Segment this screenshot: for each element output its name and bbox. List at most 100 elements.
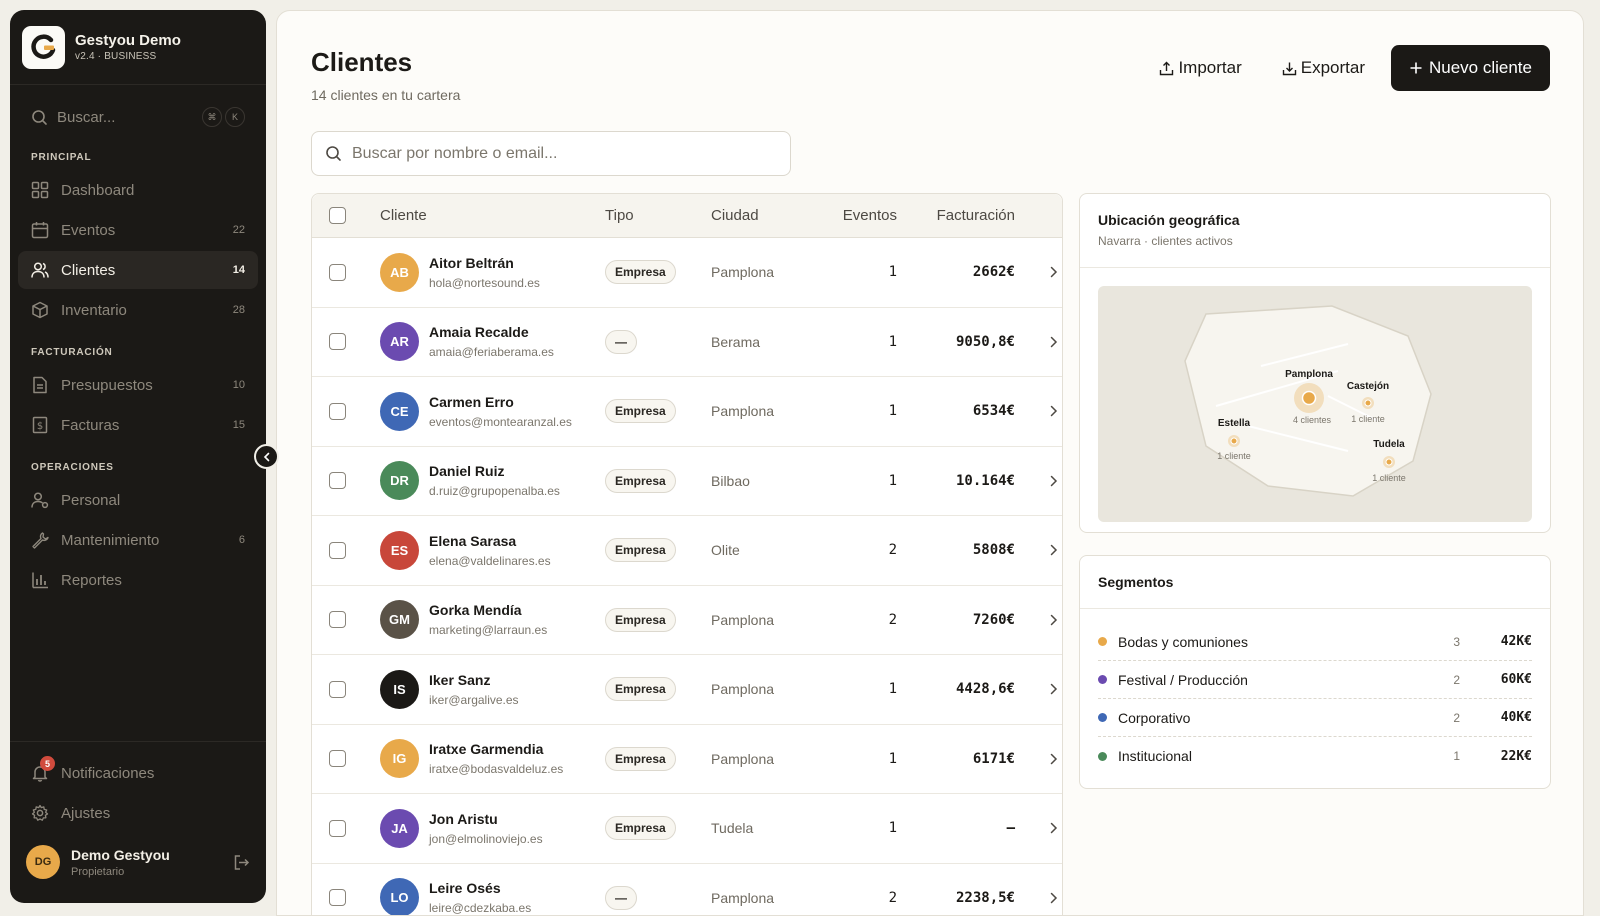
table-row[interactable]: AB Aitor Beltrán hola@nortesound.es Empr… bbox=[312, 238, 1062, 308]
sidebar-item-dashboard[interactable]: Dashboard bbox=[18, 171, 258, 209]
region-map[interactable]: Pamplona 4 clientes Castejón 1 cliente E… bbox=[1098, 286, 1532, 522]
row-checkbox[interactable] bbox=[328, 263, 346, 281]
client-billing: 9050,8€ bbox=[955, 333, 1015, 350]
chevron-right-icon[interactable] bbox=[1049, 544, 1058, 556]
table-row[interactable]: AR Amaia Recalde amaia@feriaberama.es — … bbox=[312, 308, 1062, 377]
client-name[interactable]: Iker Sanz bbox=[429, 672, 519, 688]
row-checkbox[interactable] bbox=[328, 819, 346, 837]
chevron-right-icon[interactable] bbox=[1049, 822, 1058, 834]
table-row[interactable]: IG Iratxe Garmendia iratxe@bodasvaldeluz… bbox=[312, 725, 1062, 794]
table-row[interactable]: LO Leire Osés leire@cdezkaba.es — Pamplo… bbox=[312, 864, 1062, 915]
chevron-left-icon bbox=[263, 452, 269, 461]
sidebar-item-reportes[interactable]: Reportes bbox=[18, 561, 258, 599]
segment-dot bbox=[1098, 751, 1107, 761]
sidebar-item-mantenimiento[interactable]: Mantenimiento 6 bbox=[18, 521, 258, 559]
select-all-checkbox[interactable] bbox=[328, 207, 346, 224]
client-email: d.ruiz@grupopenalba.es bbox=[429, 484, 560, 499]
chevron-right-icon[interactable] bbox=[1049, 475, 1058, 487]
table-row[interactable]: ES Elena Sarasa elena@valdelinares.es Em… bbox=[312, 516, 1062, 586]
chevron-right-icon[interactable] bbox=[1049, 614, 1058, 626]
segments-panel: Segmentos Bodas y comuniones 3 42K€ Fest… bbox=[1079, 555, 1551, 789]
sidebar-item-notificaciones[interactable]: 5 Notificaciones bbox=[18, 754, 258, 792]
row-checkbox[interactable] bbox=[328, 402, 346, 420]
row-checkbox[interactable] bbox=[328, 680, 346, 698]
segment-row[interactable]: Institucional 1 22K€ bbox=[1098, 737, 1532, 775]
wrench-icon bbox=[32, 532, 49, 549]
chevron-right-icon[interactable] bbox=[1049, 683, 1058, 695]
row-checkbox[interactable] bbox=[328, 611, 346, 629]
user-profile[interactable]: DG Demo Gestyou Propietario bbox=[10, 838, 266, 886]
sidebar-item-personal[interactable]: Personal bbox=[18, 481, 258, 519]
client-name[interactable]: Daniel Ruiz bbox=[429, 463, 560, 479]
client-name[interactable]: Elena Sarasa bbox=[429, 533, 551, 549]
client-name[interactable]: Gorka Mendía bbox=[429, 602, 547, 618]
new-client-button[interactable]: Nuevo cliente bbox=[1390, 45, 1550, 91]
row-checkbox[interactable] bbox=[328, 541, 346, 559]
import-button[interactable]: Importar bbox=[1145, 45, 1255, 91]
segment-count: 3 bbox=[1453, 634, 1460, 649]
avatar: ES bbox=[380, 530, 419, 570]
gear-icon bbox=[31, 804, 49, 821]
client-billing: 2662€ bbox=[972, 264, 1015, 281]
sidebar-item-presupuestos[interactable]: Presupuestos 10 bbox=[18, 366, 258, 404]
page-subtitle: 14 clientes en tu cartera bbox=[311, 87, 461, 103]
chevron-right-icon[interactable] bbox=[1049, 405, 1058, 417]
import-label: Importar bbox=[1178, 58, 1242, 77]
table-row[interactable]: JA Jon Aristu jon@elmolinoviejo.es Empre… bbox=[312, 794, 1062, 864]
logout-icon[interactable] bbox=[233, 854, 250, 871]
row-checkbox[interactable] bbox=[328, 333, 346, 351]
client-events: 2 bbox=[888, 889, 897, 906]
table-row[interactable]: DR Daniel Ruiz d.ruiz@grupopenalba.es Em… bbox=[312, 447, 1062, 516]
client-city: Pamplona bbox=[711, 681, 775, 698]
client-name[interactable]: Iratxe Garmendia bbox=[429, 741, 563, 757]
sidebar-item-clientes[interactable]: Clientes 14 bbox=[18, 251, 258, 289]
sidebar: Gestyou Demo v2.4 · BUSINESS Buscar... ⌘… bbox=[10, 10, 266, 903]
table-row[interactable]: GM Gorka Mendía marketing@larraun.es Emp… bbox=[312, 586, 1062, 655]
client-search-input[interactable]: Buscar por nombre o email... bbox=[311, 131, 791, 176]
client-events: 2 bbox=[888, 542, 897, 559]
client-name[interactable]: Carmen Erro bbox=[429, 394, 572, 410]
sidebar-item-count: 15 bbox=[232, 419, 245, 431]
client-billing: 7260€ bbox=[972, 611, 1015, 628]
row-checkbox[interactable] bbox=[328, 472, 346, 490]
sidebar-item-eventos[interactable]: Eventos 22 bbox=[18, 211, 258, 249]
download-icon bbox=[1282, 62, 1296, 75]
sidebar-footer: 5 Notificaciones Ajustes DG Demo Gestyou… bbox=[10, 741, 266, 903]
client-city: Bilbao bbox=[711, 472, 750, 489]
client-name[interactable]: Aitor Beltrán bbox=[429, 255, 540, 271]
segment-row[interactable]: Corporativo 2 40K€ bbox=[1098, 699, 1532, 737]
sidebar-search[interactable]: Buscar... ⌘ K bbox=[22, 96, 254, 138]
chevron-right-icon[interactable] bbox=[1049, 753, 1058, 765]
col-facturacion[interactable]: Facturación bbox=[897, 207, 1015, 224]
chevron-right-icon[interactable] bbox=[1049, 266, 1058, 278]
col-cliente[interactable]: Cliente bbox=[362, 207, 605, 224]
segment-amount: 40K€ bbox=[1500, 710, 1532, 725]
sidebar-item-label: Ajustes bbox=[61, 804, 111, 822]
table-row[interactable]: CE Carmen Erro eventos@montearanzal.es E… bbox=[312, 377, 1062, 447]
app-logo[interactable] bbox=[22, 25, 65, 69]
row-checkbox[interactable] bbox=[328, 750, 346, 768]
sidebar-item-label: Dashboard bbox=[61, 181, 135, 199]
segment-row[interactable]: Festival / Producción 2 60K€ bbox=[1098, 661, 1532, 699]
chevron-right-icon[interactable] bbox=[1049, 892, 1058, 904]
row-checkbox[interactable] bbox=[328, 889, 346, 907]
sidebar-item-facturas[interactable]: $ Facturas 15 bbox=[18, 406, 258, 444]
segment-row[interactable]: Bodas y comuniones 3 42K€ bbox=[1098, 623, 1532, 661]
client-email: iker@argalive.es bbox=[429, 692, 519, 707]
type-badge: — bbox=[605, 885, 637, 910]
table-row[interactable]: IS Iker Sanz iker@argalive.es Empresa Pa… bbox=[312, 655, 1062, 725]
dashboard-icon bbox=[31, 181, 49, 199]
col-eventos[interactable]: Eventos bbox=[817, 207, 897, 224]
chevron-right-icon[interactable] bbox=[1049, 336, 1058, 348]
kbd-k: K bbox=[225, 107, 245, 127]
collapse-sidebar-button[interactable] bbox=[254, 444, 279, 469]
col-tipo[interactable]: Tipo bbox=[605, 207, 711, 224]
person-icon bbox=[31, 492, 49, 509]
sidebar-item-ajustes[interactable]: Ajustes bbox=[18, 794, 258, 832]
client-name[interactable]: Amaia Recalde bbox=[429, 324, 554, 340]
export-button[interactable]: Exportar bbox=[1268, 45, 1379, 91]
col-ciudad[interactable]: Ciudad bbox=[711, 207, 817, 224]
client-name[interactable]: Leire Osés bbox=[429, 880, 531, 896]
client-name[interactable]: Jon Aristu bbox=[429, 811, 543, 827]
sidebar-item-inventario[interactable]: Inventario 28 bbox=[18, 291, 258, 329]
